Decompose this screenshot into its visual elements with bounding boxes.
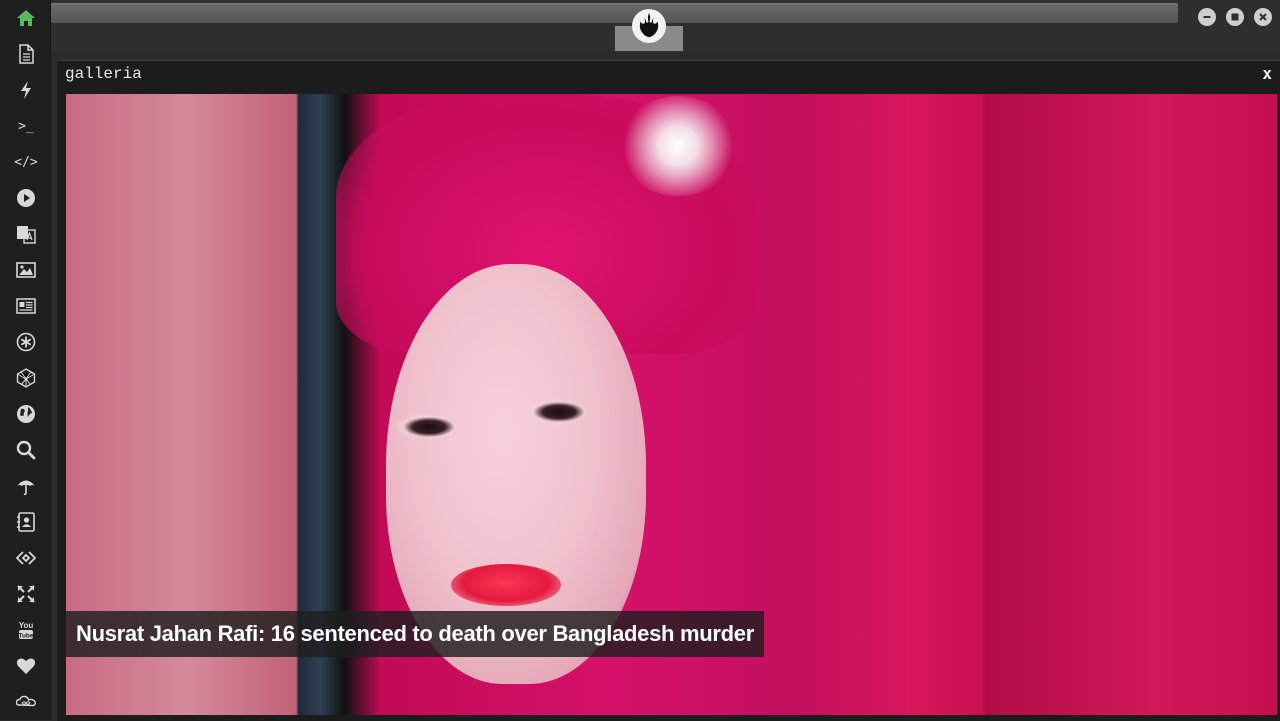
sidebar-item-asterisk[interactable]: [13, 329, 39, 355]
minimize-icon: [1203, 16, 1211, 18]
photo-lips: [451, 564, 561, 606]
home-icon: [17, 10, 35, 26]
umbrella-icon: [17, 480, 35, 496]
sidebar-item-cube[interactable]: [13, 365, 39, 391]
address-bar[interactable]: [51, 3, 1178, 23]
newspaper-icon: [16, 298, 36, 314]
sidebar-item-translate[interactable]: [13, 221, 39, 247]
sidebar-item-image[interactable]: [13, 257, 39, 283]
photo-brooch: [618, 96, 738, 196]
sidebar-item-newspaper[interactable]: [13, 293, 39, 319]
youtube-icon: You Tube: [18, 621, 34, 639]
sidebar-item-lightning[interactable]: [13, 77, 39, 103]
sidebar-item-contacts[interactable]: [13, 509, 39, 535]
sidebar-item-infinity-cloud[interactable]: [13, 689, 39, 715]
photo-eye-left: [396, 414, 456, 440]
svg-text:You: You: [19, 621, 34, 630]
sidebar-item-home[interactable]: [13, 5, 39, 31]
code-icon: </>: [14, 154, 38, 170]
image-caption: Nusrat Jahan Rafi: 16 sentenced to death…: [66, 611, 764, 657]
terminal-icon: >_: [18, 118, 34, 134]
sidebar-item-expand[interactable]: [13, 581, 39, 607]
contacts-icon: [17, 512, 35, 532]
gallery-image[interactable]: Nusrat Jahan Rafi: 16 sentenced to death…: [66, 94, 1277, 715]
lightning-icon: [21, 81, 31, 99]
image-icon: [16, 262, 36, 278]
panel-close-button[interactable]: x: [1262, 64, 1272, 83]
search-icon: [16, 440, 36, 460]
translate-icon: [17, 226, 36, 244]
svg-text:Tube: Tube: [18, 632, 33, 639]
sidebar-item-code-diamond[interactable]: [13, 545, 39, 571]
heart-icon: [16, 658, 36, 674]
sidebar-item-document[interactable]: [13, 41, 39, 67]
galleria-panel: galleria x Nusrat Jahan Rafi: 16 sentenc…: [57, 60, 1280, 721]
expand-icon: [17, 585, 35, 603]
globe-icon: [17, 405, 35, 423]
sidebar-item-code[interactable]: </>: [13, 149, 39, 175]
minimize-button[interactable]: [1198, 8, 1216, 26]
top-bar: [51, 0, 1280, 52]
sidebar-item-youtube[interactable]: You Tube: [13, 617, 39, 643]
panel-title: galleria: [65, 65, 142, 83]
maximize-button[interactable]: [1226, 8, 1244, 26]
document-icon: [19, 44, 34, 64]
close-window-button[interactable]: [1254, 8, 1272, 26]
sidebar-item-globe[interactable]: [13, 401, 39, 427]
sidebar-item-play[interactable]: [13, 185, 39, 211]
cube-icon: [16, 368, 36, 388]
sidebar-item-search[interactable]: [13, 437, 39, 463]
sidebar: >_ </> You Tube: [0, 0, 51, 720]
rebel-alliance-icon: [639, 12, 659, 38]
close-icon: [1259, 13, 1267, 21]
maximize-icon: [1231, 13, 1239, 21]
code-diamond-icon: [16, 551, 36, 565]
asterisk-icon: [16, 332, 36, 352]
logo-badge[interactable]: [632, 9, 666, 43]
infinity-cloud-icon: [16, 695, 36, 707]
sidebar-item-heart[interactable]: [13, 653, 39, 679]
sidebar-item-terminal[interactable]: >_: [13, 113, 39, 139]
sidebar-item-umbrella[interactable]: [13, 473, 39, 499]
photo-eye-right: [526, 399, 586, 425]
play-icon: [17, 189, 35, 207]
